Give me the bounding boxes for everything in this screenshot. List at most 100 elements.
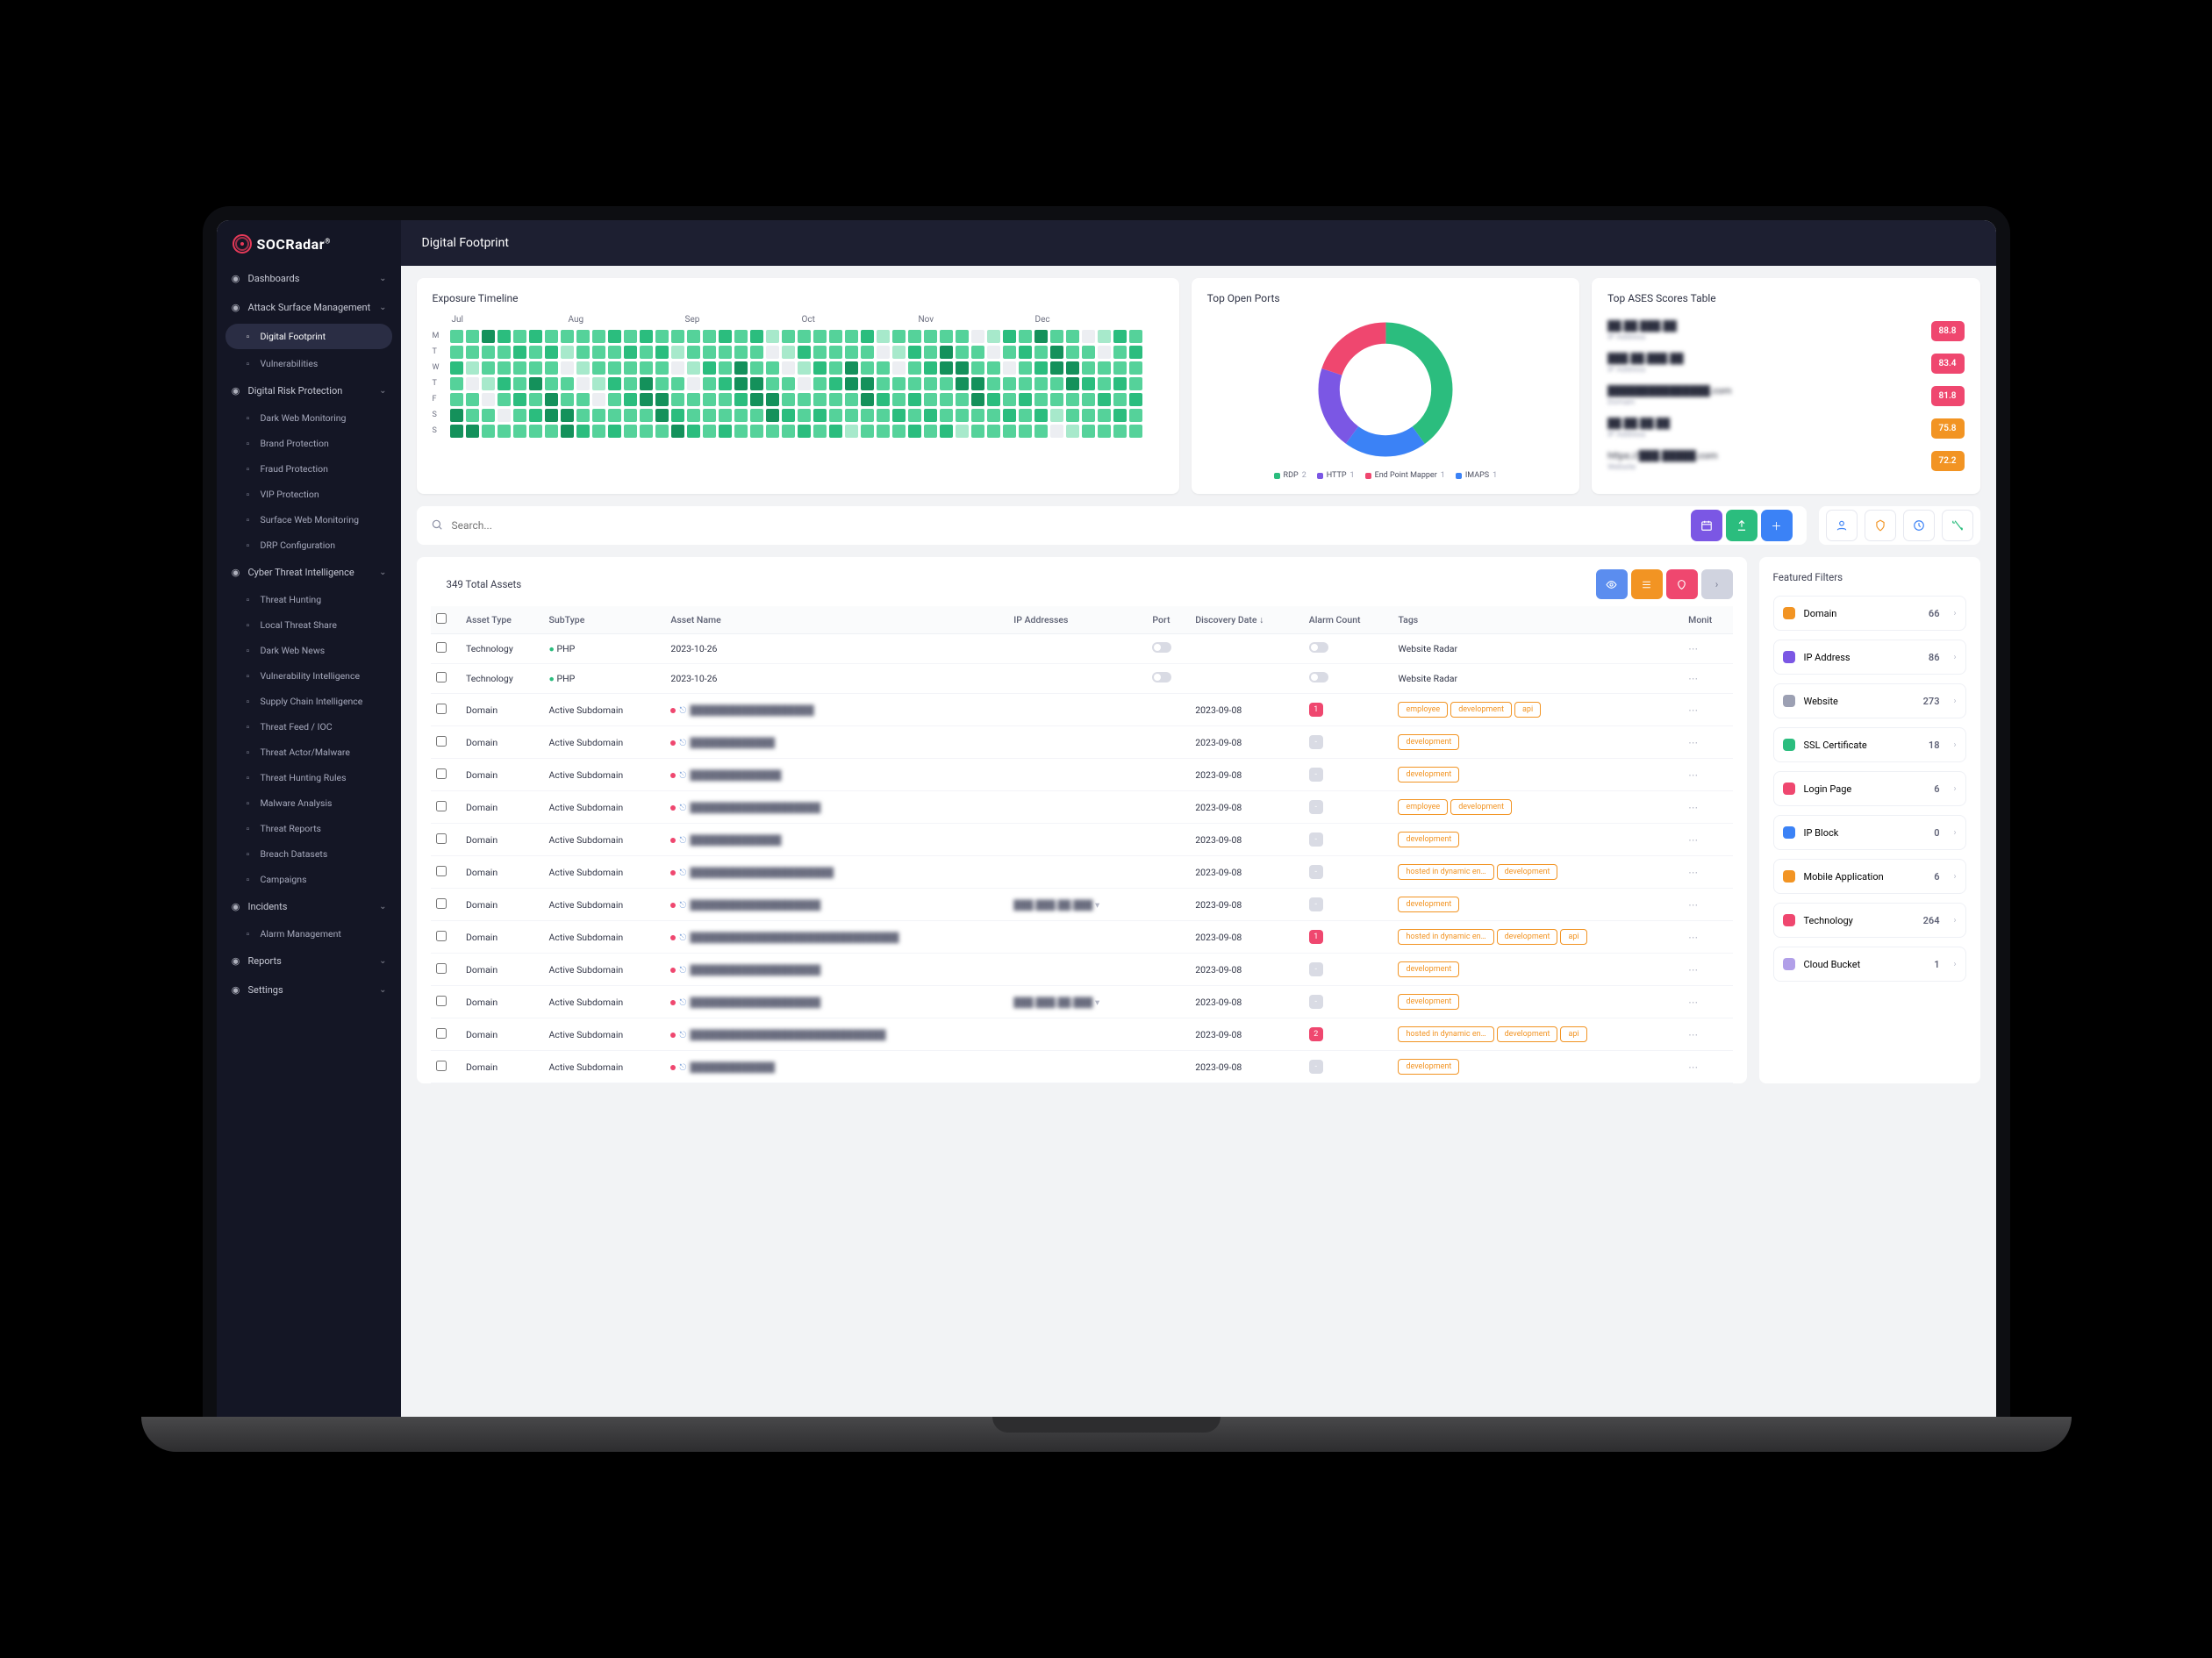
heatmap-cell[interactable] bbox=[987, 361, 1000, 375]
heatmap-cell[interactable] bbox=[671, 393, 684, 406]
table-row[interactable]: Domain Active Subdomain ⎋███████████████… bbox=[431, 986, 1733, 1018]
heatmap-cell[interactable] bbox=[1129, 393, 1142, 406]
heatmap-cell[interactable] bbox=[892, 346, 906, 359]
calendar-button[interactable] bbox=[1691, 510, 1722, 541]
heatmap-cell[interactable] bbox=[624, 393, 637, 406]
heatmap-cell[interactable] bbox=[892, 425, 906, 438]
nav-item-threat-hunting[interactable]: ▫Threat Hunting bbox=[217, 587, 401, 612]
heatmap-cell[interactable] bbox=[940, 393, 953, 406]
nav-item-dark-web-news[interactable]: ▫Dark Web News bbox=[217, 638, 401, 663]
heatmap-cell[interactable] bbox=[498, 425, 511, 438]
heatmap-cell[interactable] bbox=[576, 330, 590, 343]
tag[interactable]: development bbox=[1398, 832, 1459, 847]
heatmap-cell[interactable] bbox=[1050, 377, 1063, 390]
tag[interactable]: development bbox=[1497, 1026, 1558, 1042]
heatmap-cell[interactable] bbox=[908, 361, 921, 375]
heatmap-cell[interactable] bbox=[655, 330, 669, 343]
heatmap-cell[interactable] bbox=[892, 330, 906, 343]
heatmap-cell[interactable] bbox=[640, 346, 653, 359]
tag[interactable]: development bbox=[1398, 1059, 1459, 1075]
heatmap-cell[interactable] bbox=[924, 346, 937, 359]
heatmap-cell[interactable] bbox=[877, 377, 890, 390]
toggle[interactable] bbox=[1152, 672, 1171, 682]
heatmap-cell[interactable] bbox=[845, 346, 858, 359]
heatmap-cell[interactable] bbox=[798, 346, 811, 359]
heatmap-cell[interactable] bbox=[1003, 377, 1016, 390]
heatmap-cell[interactable] bbox=[1050, 330, 1063, 343]
col-discovery[interactable]: Discovery Date ↓ bbox=[1190, 606, 1304, 634]
filter-mobile-application[interactable]: Mobile Application6› bbox=[1773, 859, 1966, 894]
heatmap-cell[interactable] bbox=[813, 409, 827, 422]
tag[interactable]: development bbox=[1398, 961, 1459, 977]
heatmap-cell[interactable] bbox=[956, 330, 969, 343]
heatmap-cell[interactable] bbox=[1019, 330, 1032, 343]
heatmap-cell[interactable] bbox=[529, 393, 542, 406]
view-tab-1[interactable] bbox=[1596, 569, 1628, 599]
heatmap-cell[interactable] bbox=[1113, 393, 1127, 406]
heatmap-cell[interactable] bbox=[782, 377, 795, 390]
heatmap-cell[interactable] bbox=[513, 393, 526, 406]
heatmap-cell[interactable] bbox=[924, 361, 937, 375]
heatmap-cell[interactable] bbox=[671, 330, 684, 343]
heatmap-cell[interactable] bbox=[1066, 377, 1079, 390]
heatmap-cell[interactable] bbox=[1098, 346, 1111, 359]
heatmap-cell[interactable] bbox=[1066, 393, 1079, 406]
heatmap-cell[interactable] bbox=[924, 330, 937, 343]
heatmap-cell[interactable] bbox=[561, 393, 574, 406]
heatmap-cell[interactable] bbox=[782, 330, 795, 343]
heatmap-cell[interactable] bbox=[482, 425, 495, 438]
heatmap-cell[interactable] bbox=[1050, 346, 1063, 359]
heatmap-cell[interactable] bbox=[529, 346, 542, 359]
col-asset-name[interactable]: Asset Name bbox=[665, 606, 1008, 634]
select-all-checkbox[interactable] bbox=[436, 613, 447, 624]
nav-item-vulnerability-intelligence[interactable]: ▫Vulnerability Intelligence bbox=[217, 663, 401, 689]
heatmap-cell[interactable] bbox=[450, 346, 463, 359]
nav-item-malware-analysis[interactable]: ▫Malware Analysis bbox=[217, 790, 401, 816]
heatmap-cell[interactable] bbox=[466, 409, 479, 422]
heatmap-cell[interactable] bbox=[561, 409, 574, 422]
heatmap-cell[interactable] bbox=[1050, 393, 1063, 406]
heatmap-cell[interactable] bbox=[1019, 425, 1032, 438]
heatmap-cell[interactable] bbox=[845, 409, 858, 422]
heatmap-cell[interactable] bbox=[956, 409, 969, 422]
nav-group-cyber-threat-intelligence[interactable]: ◉Cyber Threat Intelligence⌄ bbox=[217, 558, 401, 587]
heatmap-cell[interactable] bbox=[624, 377, 637, 390]
heatmap-cell[interactable] bbox=[561, 425, 574, 438]
heatmap-cell[interactable] bbox=[513, 346, 526, 359]
heatmap-cell[interactable] bbox=[1129, 346, 1142, 359]
tag[interactable]: hosted in dynamic en… bbox=[1398, 864, 1493, 880]
heatmap-cell[interactable] bbox=[687, 377, 700, 390]
heatmap-cell[interactable] bbox=[529, 361, 542, 375]
heatmap-cell[interactable] bbox=[845, 330, 858, 343]
row-checkbox[interactable] bbox=[436, 963, 447, 974]
heatmap-cell[interactable] bbox=[1066, 425, 1079, 438]
nav-item-threat-hunting-rules[interactable]: ▫Threat Hunting Rules bbox=[217, 765, 401, 790]
table-row[interactable]: Domain Active Subdomain ⎋██████████████ … bbox=[431, 759, 1733, 791]
heatmap-cell[interactable] bbox=[545, 361, 558, 375]
heatmap-cell[interactable] bbox=[498, 409, 511, 422]
heatmap-cell[interactable] bbox=[861, 377, 874, 390]
heatmap-cell[interactable] bbox=[1050, 425, 1063, 438]
heatmap-cell[interactable] bbox=[766, 377, 779, 390]
heatmap-cell[interactable] bbox=[1003, 409, 1016, 422]
table-row[interactable]: Domain Active Subdomain ⎋███████████████… bbox=[431, 856, 1733, 889]
row-checkbox[interactable] bbox=[436, 833, 447, 844]
heatmap-cell[interactable] bbox=[719, 425, 732, 438]
heatmap-cell[interactable] bbox=[1034, 346, 1048, 359]
heatmap-cell[interactable] bbox=[956, 377, 969, 390]
heatmap-cell[interactable] bbox=[798, 393, 811, 406]
heatmap-cell[interactable] bbox=[1066, 330, 1079, 343]
heatmap-cell[interactable] bbox=[450, 425, 463, 438]
nav-item-threat-actor-malware[interactable]: ▫Threat Actor/Malware bbox=[217, 740, 401, 765]
heatmap-cell[interactable] bbox=[877, 409, 890, 422]
search-input[interactable] bbox=[452, 519, 1682, 532]
ases-row[interactable]: ███████████████.comDomain81.8 bbox=[1607, 380, 1964, 412]
tag[interactable]: development bbox=[1398, 767, 1459, 783]
heatmap-cell[interactable] bbox=[624, 361, 637, 375]
heatmap-cell[interactable] bbox=[1034, 361, 1048, 375]
heatmap-cell[interactable] bbox=[1113, 425, 1127, 438]
toggle[interactable] bbox=[1152, 642, 1171, 653]
heatmap-cell[interactable] bbox=[608, 393, 621, 406]
heatmap-cell[interactable] bbox=[1113, 330, 1127, 343]
heatmap-cell[interactable] bbox=[971, 393, 984, 406]
